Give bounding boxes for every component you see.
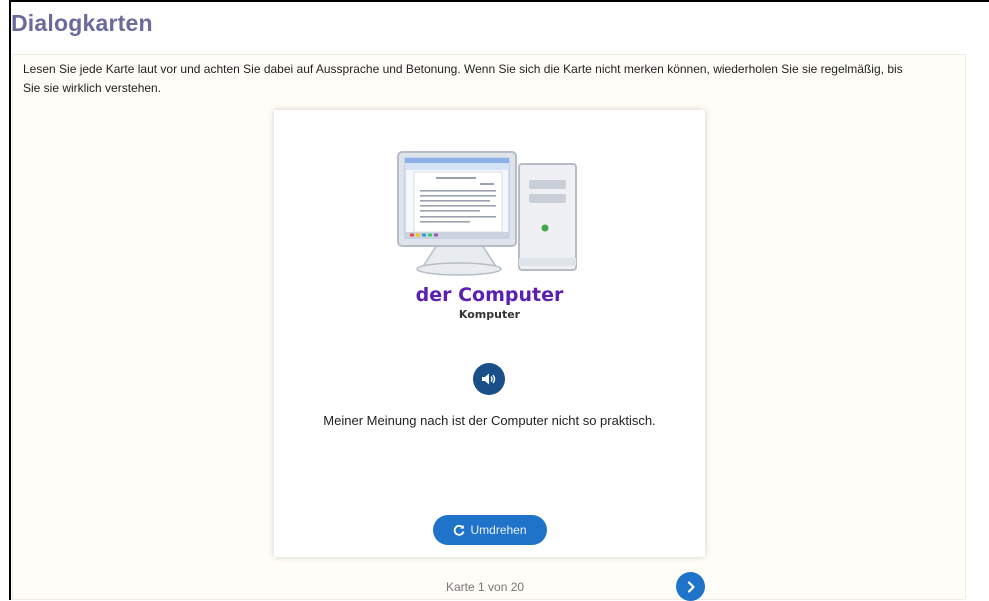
card-sentence: Meiner Meinung nach ist der Computer nic… xyxy=(323,413,656,428)
flip-button-label: Umdrehen xyxy=(470,523,527,537)
audio-play-button[interactable] xyxy=(473,363,505,395)
window-border-top xyxy=(9,0,989,2)
window-border-left xyxy=(9,0,11,600)
chevron-right-icon xyxy=(687,580,695,593)
flip-card-button[interactable]: Umdrehen xyxy=(433,515,547,545)
instructions-text: Lesen Sie jede Karte laut vor und achten… xyxy=(23,62,903,95)
card-counter: Karte 1 von 20 xyxy=(446,580,525,594)
speaker-icon xyxy=(482,373,496,385)
card-pronunciation: Komputer xyxy=(458,308,521,321)
next-card-button[interactable] xyxy=(676,572,705,601)
content-panel: Lesen Sie jede Karte laut vor und achten… xyxy=(12,54,966,601)
card-word: der Computer xyxy=(415,284,564,306)
flashcard: der Computer Komputer Meiner Meinung nac… xyxy=(274,110,705,557)
computer-illustration xyxy=(397,151,577,276)
refresh-icon xyxy=(454,524,465,536)
page-title: Dialogkarten xyxy=(11,10,153,36)
